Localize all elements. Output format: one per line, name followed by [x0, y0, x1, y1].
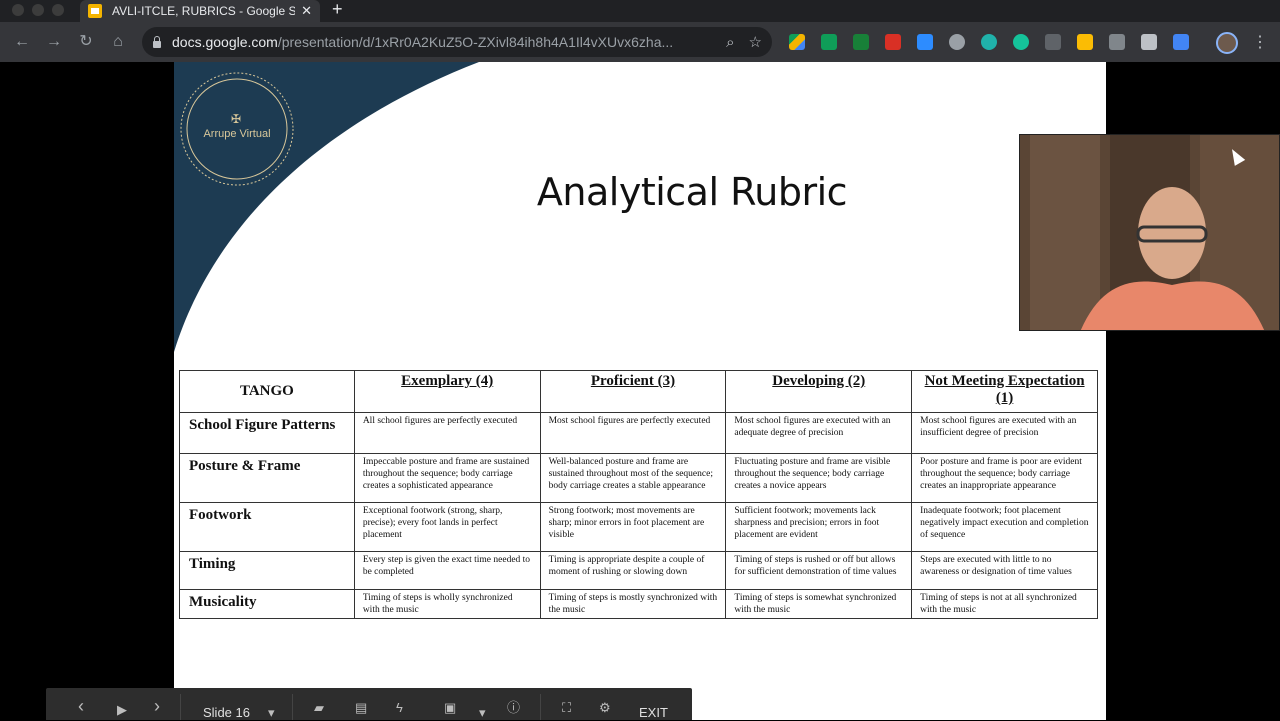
table-cell: Steps are executed with little to no awa…: [911, 551, 1098, 590]
back-arrow-icon[interactable]: ←: [12, 32, 32, 52]
table-cell: Inadequate footwork; foot placement nega…: [911, 502, 1098, 552]
table-corner-label: TANGO: [179, 370, 355, 413]
table-cell: All school figures are perfectly execute…: [353, 412, 541, 454]
criterion-label: Musicality: [179, 589, 355, 619]
home-icon[interactable]: ⌂: [108, 32, 128, 52]
m-extension-icon[interactable]: [981, 34, 997, 50]
table-cell: Every step is given the exact time neede…: [353, 551, 541, 590]
table-cell: Strong footwork; most movements are shar…: [539, 502, 727, 552]
browser-toolbar: ← → ↻ ⌂ docs.google.com/presentation/d/1…: [0, 22, 1280, 62]
table-cell: Well-balanced posture and frame are sust…: [539, 453, 727, 503]
logo-cross-icon: ✠: [231, 112, 242, 126]
column-header: Developing (2): [725, 370, 913, 413]
gear-icon[interactable]: ⚙: [599, 700, 611, 716]
table-row: School Figure Patterns All school figure…: [179, 412, 1098, 454]
presenter-video-frame: [1020, 135, 1279, 330]
chevron-down-icon[interactable]: ▾: [268, 705, 275, 721]
next-slide-icon[interactable]: ›: [154, 697, 160, 715]
folder-extension-icon[interactable]: [1077, 34, 1093, 50]
red-extension-icon[interactable]: [885, 34, 901, 50]
presentation-slide: ✠ Arrupe Virtual Analytical Rubric TANGO…: [174, 62, 1106, 720]
pointer-icon[interactable]: ϟ: [396, 700, 403, 716]
criterion-label: School Figure Patterns: [179, 412, 355, 454]
tab-close-icon[interactable]: ✕: [301, 3, 312, 19]
play-icon[interactable]: ▶: [117, 702, 127, 718]
url-host: docs.google.com: [172, 34, 278, 50]
new-tab-button[interactable]: +: [332, 0, 343, 18]
criterion-label: Footwork: [179, 502, 355, 552]
comment-icon[interactable]: ▰: [314, 700, 324, 716]
speaker-notes-icon[interactable]: ▤: [355, 700, 367, 716]
puzzle-extension-icon[interactable]: [1045, 34, 1061, 50]
table-row: Footwork Exceptional footwork (strong, s…: [179, 502, 1098, 552]
url-path: /presentation/d/1xRr0A2KuZ5O-ZXivl84ih8h…: [277, 34, 674, 50]
slide-number[interactable]: Slide 16: [203, 705, 250, 720]
table-cell: Poor posture and frame is poor are evide…: [911, 453, 1098, 503]
forward-arrow-icon[interactable]: →: [44, 32, 64, 52]
table-cell: Sufficient footwork; movements lack shar…: [725, 502, 913, 552]
reload-icon[interactable]: ↻: [76, 32, 96, 52]
chat-bubble-extension-icon[interactable]: [949, 34, 965, 50]
slide-title: Analytical Rubric: [536, 170, 848, 214]
rubric-table: TANGO Exemplary (4) Proficient (3) Devel…: [179, 370, 1098, 619]
lightbulb-extension-icon[interactable]: [1109, 34, 1125, 50]
tab-title: AVLI-ITCLE, RUBRICS - Google Slides: [112, 4, 296, 18]
table-cell: Timing of steps is somewhat synchronized…: [725, 589, 913, 619]
sheets-extension-icon[interactable]: [853, 34, 869, 50]
table-row: Musicality Timing of steps is wholly syn…: [179, 589, 1098, 619]
table-row: Timing Every step is given the exact tim…: [179, 551, 1098, 590]
table-cell: Exceptional footwork (strong, sharp, pre…: [353, 502, 541, 552]
window-minimize-dot[interactable]: [32, 4, 44, 16]
table-row: Posture & Frame Impeccable posture and f…: [179, 453, 1098, 503]
profile-avatar[interactable]: [1216, 32, 1238, 54]
criterion-label: Posture & Frame: [179, 453, 355, 503]
chevron-down-icon[interactable]: ▾: [479, 705, 486, 721]
google-drive-extension-icon[interactable]: [789, 34, 805, 50]
more-menu-icon[interactable]: ⋮: [1252, 32, 1268, 52]
column-header: Not Meeting Expectation (1): [911, 370, 1098, 413]
logo-text: Arrupe Virtual: [203, 128, 271, 140]
chart-extension-icon[interactable]: [1173, 34, 1189, 50]
search-icon[interactable]: ⌕: [726, 34, 734, 51]
screenshot-extension-icon[interactable]: [1141, 34, 1157, 50]
window-close-dot[interactable]: [12, 4, 24, 16]
bookmark-star-icon[interactable]: ☆: [749, 33, 762, 51]
table-cell: Most school figures are executed with an…: [911, 412, 1098, 454]
exit-button[interactable]: EXIT: [639, 705, 668, 721]
image-extension-icon[interactable]: [821, 34, 837, 50]
grammarly-extension-icon[interactable]: [1013, 34, 1029, 50]
criterion-label: Timing: [179, 551, 355, 590]
column-header: Exemplary (4): [353, 370, 541, 413]
table-cell: Timing is appropriate despite a couple o…: [539, 551, 727, 590]
table-cell: Timing of steps is wholly synchronized w…: [353, 589, 541, 619]
address-bar[interactable]: docs.google.com/presentation/d/1xRr0A2Ku…: [142, 27, 772, 57]
table-cell: Timing of steps is mostly synchronized w…: [539, 589, 727, 619]
table-cell: Most school figures are perfectly execut…: [539, 412, 727, 454]
zoom-extension-icon[interactable]: [917, 34, 933, 50]
window-zoom-dot[interactable]: [52, 4, 64, 16]
google-slides-favicon: [88, 4, 102, 18]
toolbar-divider: [180, 694, 181, 720]
browser-tab-strip: AVLI-ITCLE, RUBRICS - Google Slides ✕ +: [0, 0, 1280, 22]
lock-icon: [152, 36, 162, 48]
info-icon[interactable]: ⓘ: [507, 700, 520, 716]
webcam-video-overlay[interactable]: [1019, 134, 1280, 331]
captions-icon[interactable]: ▣: [444, 700, 456, 716]
previous-slide-icon[interactable]: ‹: [78, 697, 84, 715]
url-text[interactable]: docs.google.com/presentation/d/1xRr0A2Ku…: [172, 34, 712, 50]
browser-tab[interactable]: AVLI-ITCLE, RUBRICS - Google Slides ✕: [80, 0, 320, 22]
table-cell: Most school figures are executed with an…: [725, 412, 913, 454]
presenter-toolbar: ‹ ▶ › Slide 16 ▾ ▰ ▤ ϟ ▣ ▾ ⓘ ⛶ ⚙ EXIT: [46, 688, 692, 720]
table-cell: Impeccable posture and frame are sustain…: [353, 453, 541, 503]
fullscreen-icon[interactable]: ⛶: [562, 700, 571, 716]
table-cell: Timing of steps is rushed or off but all…: [725, 551, 913, 590]
toolbar-divider: [540, 694, 541, 720]
column-header: Proficient (3): [539, 370, 727, 413]
table-header-row: TANGO Exemplary (4) Proficient (3) Devel…: [179, 370, 1098, 413]
table-cell: Timing of steps is not at all synchroniz…: [911, 589, 1098, 619]
toolbar-divider: [292, 694, 293, 720]
table-cell: Fluctuating posture and frame are visibl…: [725, 453, 913, 503]
